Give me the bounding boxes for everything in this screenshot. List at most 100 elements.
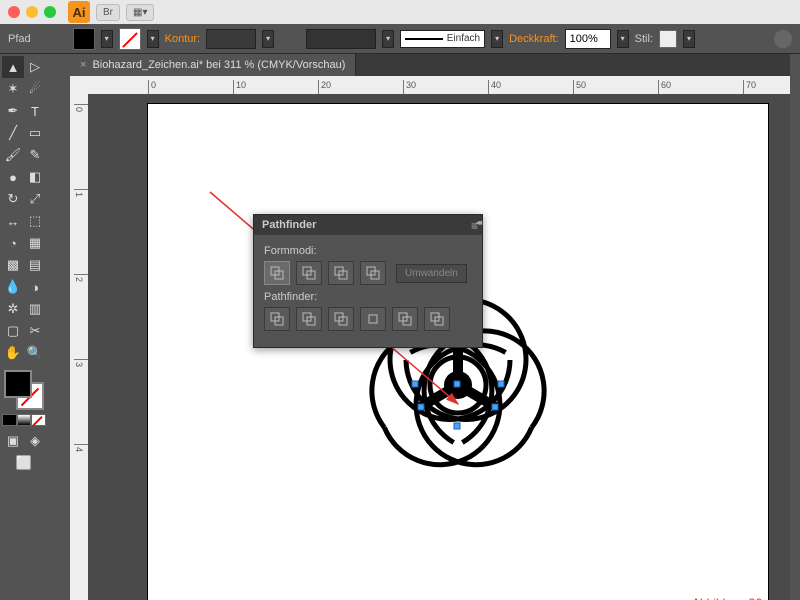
macos-titlebar: Ai Br ▦▾ (0, 0, 800, 24)
document-tabs: × Biohazard_Zeichen.ai* bei 311 % (CMYK/… (70, 54, 790, 76)
column-graph-tool[interactable]: ▥ (24, 298, 46, 320)
width-tool[interactable]: ↔ (2, 210, 24, 232)
pen-tool[interactable]: ✒ (2, 100, 24, 122)
document-tab[interactable]: × Biohazard_Zeichen.ai* bei 311 % (CMYK/… (70, 54, 356, 76)
minimize-window-button[interactable] (26, 6, 38, 18)
stroke-weight-input[interactable] (206, 29, 256, 49)
line-tool[interactable]: ╱ (2, 122, 24, 144)
mesh-tool[interactable]: ▩ (2, 254, 24, 276)
pathfinder-panel-title[interactable]: Pathfinder ◂◂ (254, 215, 482, 235)
layout-button[interactable]: ▦▾ (126, 4, 154, 21)
umwandeln-button[interactable]: Umwandeln (396, 264, 467, 283)
ruler-tick: 70 (743, 80, 756, 94)
gradient-mode-button[interactable] (17, 414, 32, 426)
close-window-button[interactable] (8, 6, 20, 18)
divide-button[interactable] (264, 307, 290, 331)
control-bar: Pfad Kontur: Einfach Deckkraft: 100% Sti… (0, 24, 800, 54)
doc-setup-button[interactable] (774, 30, 792, 48)
ruler-tick: 3 (74, 359, 88, 367)
rotate-tool[interactable]: ↻ (2, 188, 24, 210)
none-mode-button[interactable] (31, 414, 46, 426)
zoom-tool[interactable]: 🔍 (24, 342, 46, 364)
deckkraft-label: Deckkraft: (509, 33, 559, 45)
exclude-button[interactable] (360, 261, 386, 285)
stroke-weight-dropdown[interactable] (262, 30, 274, 48)
ruler-tick: 60 (658, 80, 671, 94)
panel-collapsed-left[interactable] (48, 54, 70, 600)
change-screen-mode[interactable]: ⬜ (2, 452, 46, 474)
app-icon: Ai (68, 1, 90, 23)
crop-button[interactable] (360, 307, 386, 331)
outline-button[interactable] (392, 307, 418, 331)
minus-back-button[interactable] (424, 307, 450, 331)
stroke-style-preview[interactable]: Einfach (400, 30, 485, 48)
artboard-tool[interactable]: ▢ (2, 320, 24, 342)
intersect-button[interactable] (328, 261, 354, 285)
selection-type-label: Pfad (8, 33, 31, 45)
brush-picker[interactable] (306, 29, 376, 49)
document-tab-title: Biohazard_Zeichen.ai* bei 311 % (CMYK/Vo… (92, 59, 345, 71)
canvas-area[interactable]: Abbildung 36 Pathfinder ◂◂ ≡ Formmodi: (88, 94, 790, 600)
trim-button[interactable] (296, 307, 322, 331)
opacity-input[interactable]: 100% (565, 29, 611, 49)
bridge-button[interactable]: Br (96, 4, 120, 21)
free-transform-tool[interactable]: ⬚ (24, 210, 46, 232)
panel-collapsed-right[interactable] (790, 54, 800, 600)
zoom-window-button[interactable] (44, 6, 56, 18)
brush-dropdown[interactable] (382, 30, 394, 48)
ruler-tick: 10 (233, 80, 246, 94)
ruler-tick: 2 (74, 274, 88, 282)
hand-tool[interactable]: ✋ (2, 342, 24, 364)
screen-mode-button[interactable]: ▣ (2, 430, 24, 452)
gradient-tool[interactable]: ▤ (24, 254, 46, 276)
opacity-dropdown[interactable] (617, 30, 629, 48)
symbol-sprayer-tool[interactable]: ✲ (2, 298, 24, 320)
lasso-tool[interactable]: ☄ (24, 78, 46, 100)
merge-button[interactable] (328, 307, 354, 331)
draw-mode-button[interactable]: ◈ (24, 430, 46, 452)
perspective-grid-tool[interactable]: ▦ (24, 232, 46, 254)
pathfinder-panel[interactable]: Pathfinder ◂◂ ≡ Formmodi: Umwandeln (253, 214, 483, 348)
slice-tool[interactable]: ✂ (24, 320, 46, 342)
stroke-dropdown[interactable] (147, 30, 159, 48)
pathfinder-section-label: Pathfinder: (264, 291, 472, 303)
close-tab-icon[interactable]: × (80, 59, 86, 71)
ruler-tick: 4 (74, 444, 88, 452)
color-mode-button[interactable] (2, 414, 17, 426)
fill-dropdown[interactable] (101, 30, 113, 48)
tool-panel: ▲▷ ✶☄ ✒T ╱▭ 🖌✎ ●◧ ↻⤢ ↔⬚ ◔▦ ▩▤ 💧◑ ✲▥ ▢✂ ✋… (0, 54, 48, 600)
scale-tool[interactable]: ⤢ (24, 188, 46, 210)
vertical-ruler: 0 1 2 3 4 (70, 94, 88, 600)
magic-wand-tool[interactable]: ✶ (2, 78, 24, 100)
ruler-tick: 50 (573, 80, 586, 94)
stroke-style-dropdown[interactable] (491, 30, 503, 48)
stroke-swatch[interactable] (119, 28, 141, 50)
kontur-label: Kontur: (165, 33, 200, 45)
minus-front-button[interactable] (296, 261, 322, 285)
artboard[interactable]: Abbildung 36 (148, 104, 768, 600)
selection-tool[interactable]: ▲ (2, 56, 24, 78)
rectangle-tool[interactable]: ▭ (24, 122, 46, 144)
ruler-tick: 0 (74, 104, 88, 112)
unite-button[interactable] (264, 261, 290, 285)
panel-menu-icon[interactable]: ≡ (471, 219, 478, 233)
fill-color-swatch[interactable] (4, 370, 32, 398)
blend-tool[interactable]: ◑ (24, 276, 46, 298)
style-dropdown[interactable] (683, 30, 695, 48)
fill-swatch[interactable] (73, 28, 95, 50)
ruler-tick: 1 (74, 189, 88, 197)
figure-caption: Abbildung 36 (692, 596, 762, 600)
eraser-tool[interactable]: ◧ (24, 166, 46, 188)
paintbrush-tool[interactable]: 🖌 (2, 144, 24, 166)
direct-selection-tool[interactable]: ▷ (24, 56, 46, 78)
fill-stroke-swatches[interactable] (2, 368, 46, 412)
blob-brush-tool[interactable]: ● (2, 166, 24, 188)
pencil-tool[interactable]: ✎ (24, 144, 46, 166)
eyedropper-tool[interactable]: 💧 (2, 276, 24, 298)
horizontal-ruler: 0 10 20 30 40 50 60 70 (70, 76, 790, 94)
style-swatch[interactable] (659, 30, 677, 48)
ruler-tick: 20 (318, 80, 331, 94)
ruler-tick: 40 (488, 80, 501, 94)
type-tool[interactable]: T (24, 100, 46, 122)
shape-builder-tool[interactable]: ◔ (2, 232, 24, 254)
